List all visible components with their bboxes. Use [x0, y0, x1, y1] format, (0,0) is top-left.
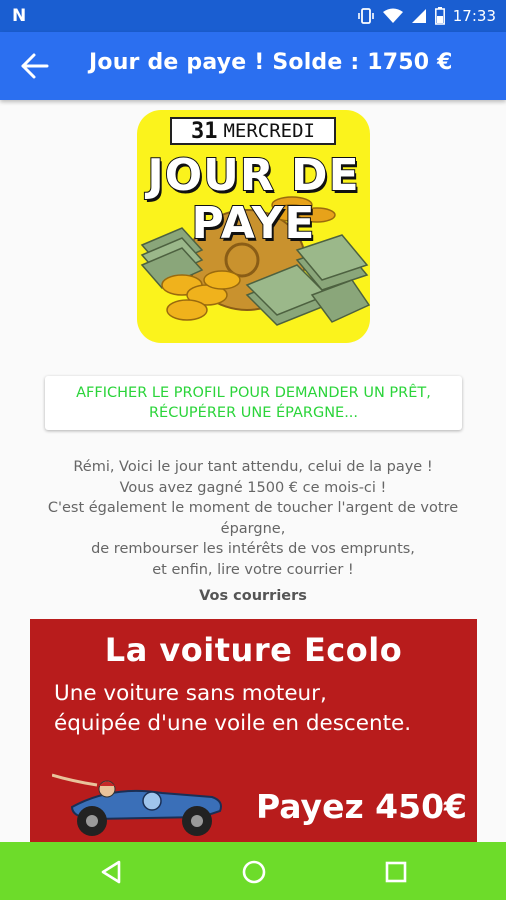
mail-card[interactable]: La voiture Ecolo Une voiture sans moteur…: [30, 619, 477, 842]
race-car-icon: [52, 773, 222, 836]
battery-icon: [434, 7, 445, 25]
calendar-date: 31 MERCREDI: [170, 117, 336, 145]
profile-button-line2: RÉCUPÉRER UNE ÉPARGNE...: [148, 405, 359, 421]
message-line: C'est également le moment de toucher l'a…: [47, 500, 459, 516]
mail-card-text-line1: Une voiture sans moteur,: [54, 681, 327, 706]
message-line: Rémi, Voici le jour tant attendu, celui …: [73, 459, 433, 475]
calendar-day-name: MERCREDI: [223, 120, 315, 142]
notification-icon: N: [12, 6, 27, 26]
message-line: épargne,: [220, 520, 286, 537]
back-arrow-icon[interactable]: [20, 52, 50, 80]
mail-card-text: Une voiture sans moteur, équipée d'une v…: [54, 679, 411, 739]
system-nav-bar: [0, 842, 506, 900]
signal-icon: [411, 9, 426, 23]
status-icons: 17:33: [357, 0, 496, 32]
calendar-day-number: 31: [190, 118, 218, 144]
status-time: 17:33: [452, 7, 496, 25]
home-circle-icon[interactable]: [239, 858, 269, 886]
wifi-icon: [382, 8, 403, 23]
message-line: Vous avez gagné 1500 € ce mois-ci !: [119, 479, 387, 496]
app-bar: Jour de paye ! Solde : 1750 €: [0, 32, 506, 100]
message-line: de rembourser les intérêts de vos emprun…: [91, 541, 415, 557]
main-content: 31 MERCREDI JOUR DE PAYE AFFICHER LE PRO…: [0, 100, 506, 842]
mail-card-title: La voiture Ecolo: [104, 631, 403, 669]
payday-illustration: 31 MERCREDI JOUR DE PAYE: [137, 110, 370, 343]
back-triangle-icon[interactable]: [97, 858, 127, 886]
vibrate-icon: [357, 8, 374, 24]
show-profile-button[interactable]: AFFICHER LE PROFIL POUR DEMANDER UN PRÊT…: [45, 376, 462, 430]
mail-section-heading: Vos courriers: [199, 588, 307, 604]
payday-title-line2: PAYE: [191, 197, 316, 250]
page-title: Jour de paye ! Solde : 1750 €: [89, 50, 453, 75]
status-bar: N 17:33: [0, 0, 506, 32]
payday-title-line1: JOUR DE: [146, 149, 360, 202]
recents-square-icon[interactable]: [381, 858, 411, 886]
mail-card-text-line2: équipée d'une voile en descente.: [54, 711, 412, 736]
mail-card-price: Payez 450€: [256, 787, 467, 826]
message-line: et enfin, lire votre courrier !: [152, 561, 354, 578]
payday-message: Rémi, Voici le jour tant attendu, celui …: [20, 457, 486, 580]
profile-button-line1: AFFICHER LE PROFIL POUR DEMANDER UN PRÊT…: [76, 385, 431, 401]
